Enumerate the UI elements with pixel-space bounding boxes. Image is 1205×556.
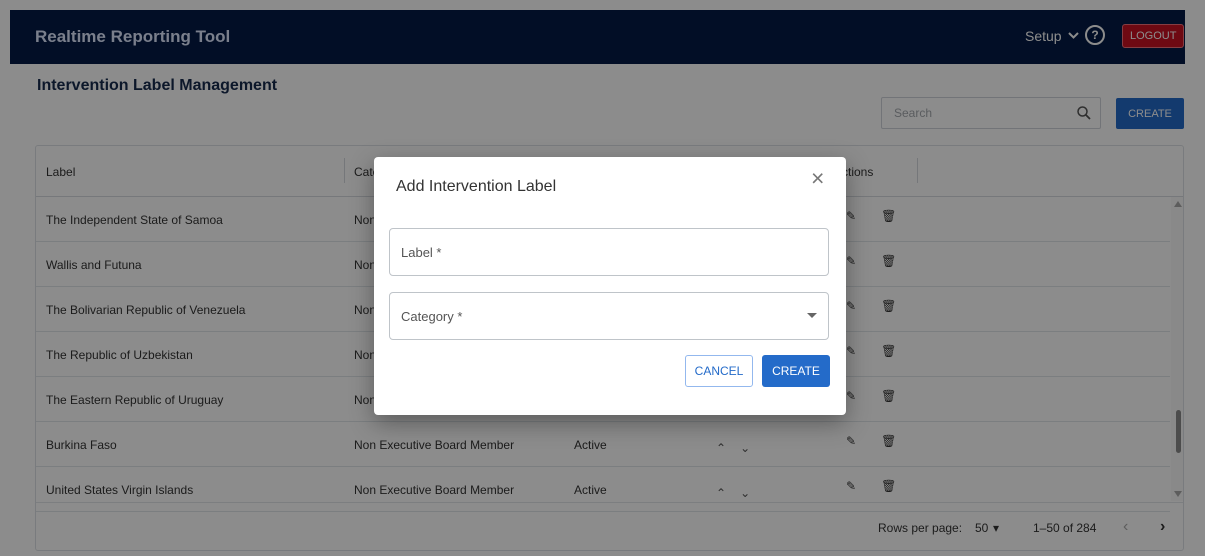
label-input-placeholder: Label * [401, 244, 442, 260]
add-intervention-label-dialog: Add Intervention Label × Label * Categor… [374, 157, 846, 415]
close-icon[interactable]: × [811, 165, 824, 192]
label-input[interactable]: Label * [389, 228, 829, 276]
cancel-button[interactable]: CANCEL [685, 355, 753, 387]
chevron-down-icon [807, 313, 817, 318]
dialog-create-button[interactable]: CREATE [762, 355, 830, 387]
dialog-title: Add Intervention Label [396, 178, 557, 195]
category-select[interactable]: Category * [389, 292, 829, 340]
category-select-placeholder: Category * [401, 308, 463, 324]
